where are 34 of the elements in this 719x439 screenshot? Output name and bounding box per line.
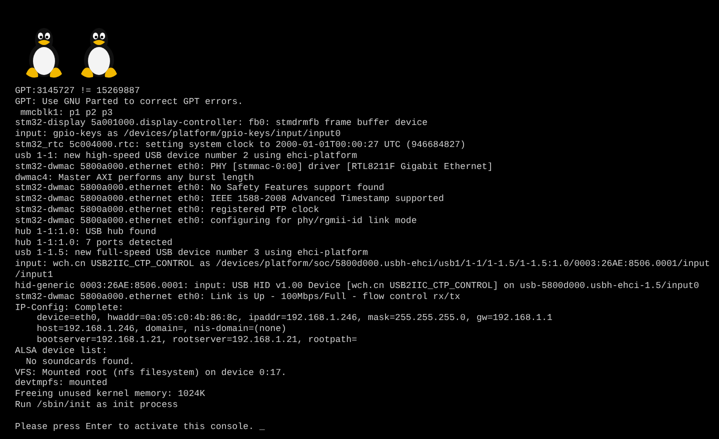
console-line: devtmpfs: mounted [15,377,108,388]
console-line: ALSA device list: [15,344,108,356]
console-line: GPT: Use GNU Parted to correct GPT errors. [15,96,244,107]
text-cursor: _ [259,420,265,432]
console-line: input: wch.cn USB2IIC_CTP_CONTROL as /devices/platform/soc/5800d000.usbh-ehci/usb1/1-1/1-1.5/1-1.5:1.0/0003:26AE:8506.0001/input [15,258,710,270]
console-line: host=192.168.1.246, domain=, nis-domain=(none) [36,323,286,334]
console-line: input: gpio-keys as /devices/platform/gpio-keys/input/input0 [15,128,341,140]
console-line: stm32-dwmac 5800a000.ethernet eth0: PHY [stmmac-0:00] driver [RTL8211F Gigabit Ethernet] [15,160,493,172]
console-line: usb 1-1.5: new full-speed USB device number 3 using ehci-platform [15,247,368,258]
console-line: IP-Config: Complete: [15,302,124,313]
console-line: /input1 [15,269,54,280]
console-line: Run /sbin/init as init process [15,399,178,410]
console-line: device=eth0, hwaddr=0a:05:c0:4b:86:8c, ipaddr=192.168.1.246, mask=255.255.255.0, gw=192.168.1.1 [36,312,552,324]
console-line: bootserver=192.168.1.21, rootserver=192.168.1.21, rootpath= [36,334,358,346]
console-line: usb 1-1: new high-speed USB device number 2 using ehci-platform [15,150,358,161]
console-line: hub 1-1:1.0: USB hub found [15,226,156,237]
console-line: hub 1-1:1.0: 7 ports detected [15,236,172,248]
console-line: No soundcards found. [24,356,134,367]
console-line: stm32-dwmac 5800a000.ethernet eth0: registered PTP clock [15,204,320,216]
console-line: stm32_rtc 5c004000.rtc: setting system clock to 2000-01-01T00:00:27 UTC (946684827) [15,139,466,150]
console-line: stm32-dwmac 5800a000.ethernet eth0: configuring for phy/rgmii-id link mode [15,214,417,226]
console-line: stm32-dwmac 5800a000.ethernet eth0: No Safety Features support found [15,182,384,194]
console-line: VFS: Mounted root (nfs filesystem) on device 0:17. [15,366,286,378]
console-line: stm32-dwmac 5800a000.ethernet eth0: Link is Up - 100Mbps/Full - flow control rx/tx [15,290,460,302]
console-line: GPT:3145727 != 15269887 [15,85,140,96]
console-line: stm32-dwmac 5800a000.ethernet eth0: IEEE 1588-2008 Advanced Timestamp supported [15,193,444,204]
console-prompt: Please press Enter to activate this console. [15,420,254,432]
penguin-icon [25,26,63,79]
console-line: Freeing unused kernel memory: 1024K [15,388,206,400]
console-line: hid-generic 0003:26AE:8506.0001: input: USB HID v1.00 Device [wch.cn USB2IIC_CTP_CONTROL] on usb-5800d000.usbh-ehci-1.5/input0 [15,280,700,291]
console-line: dwmac4: Master AXI performs any burst length [15,172,254,183]
console-line: stm32-display 5a001000.display-controller: fb0: stmdrmfb frame buffer device [15,117,428,128]
penguin-icon [80,26,118,79]
console-line: mmcblk1: p1 p2 p3 [19,106,113,118]
